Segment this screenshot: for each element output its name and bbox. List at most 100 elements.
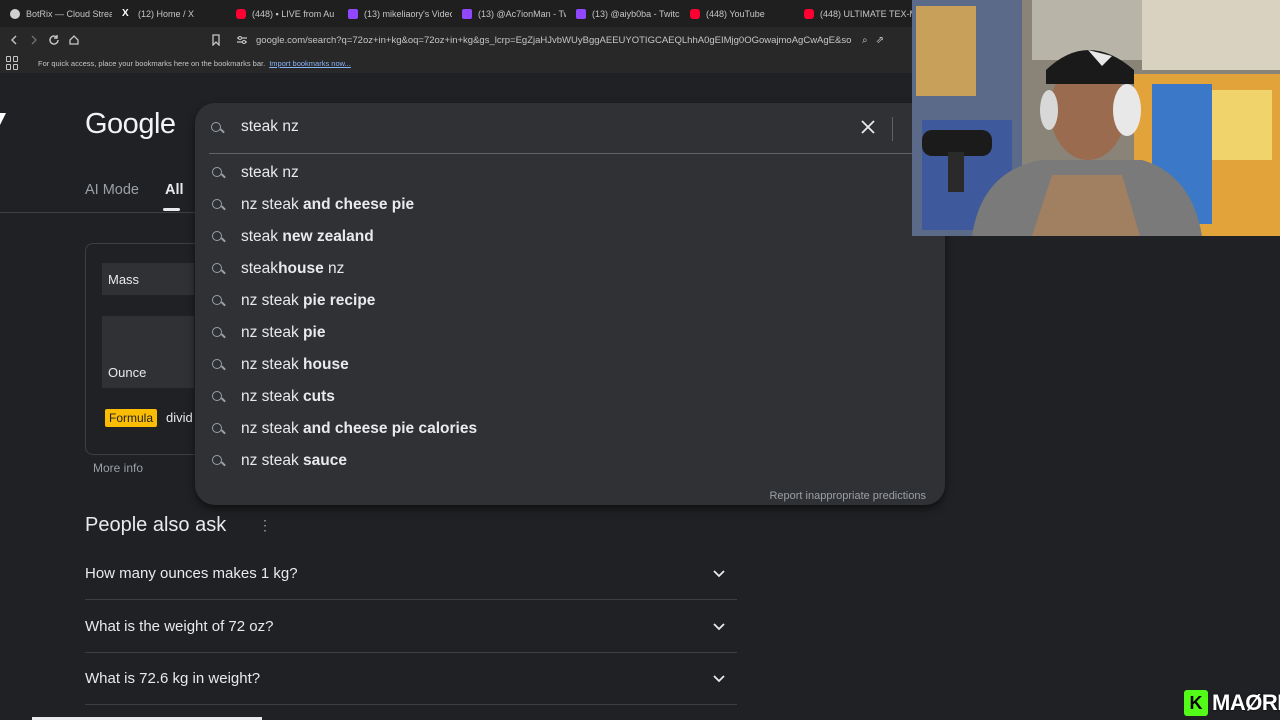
suggestion-item[interactable]: nz steak pie [195, 317, 945, 349]
kick-logo-icon: K [1184, 690, 1208, 716]
clear-search-icon[interactable] [857, 117, 879, 139]
tab-strip: BotRix — Cloud Strea X (12) Home / X (44… [0, 0, 912, 27]
paa-question-text: How many ounces makes 1 kg? [85, 565, 298, 582]
suggestion-prefix: nz steak [241, 196, 299, 213]
address-bar[interactable]: google.com/search?q=72oz+in+kg&oq=72oz+i… [228, 30, 908, 50]
suggestion-item[interactable]: steak house nz [195, 253, 945, 285]
paa-question[interactable]: What is 72.6 kg in weight? [85, 653, 737, 705]
more-options-icon[interactable]: ⋮ [258, 517, 272, 534]
suggestion-item[interactable]: nz steak house [195, 349, 945, 381]
suggestion-completion: sauce [298, 452, 347, 469]
screen: BotRix — Cloud Strea X (12) Home / X (44… [0, 0, 1280, 720]
quantity-select[interactable]: Mass [102, 263, 194, 295]
paa-question-text: What is 72.6 kg in weight? [85, 670, 261, 687]
suggestion-item[interactable]: nz steak pie recipe [195, 285, 945, 317]
import-bookmarks-link[interactable]: Import bookmarks now... [269, 59, 351, 68]
tab-label: (448) ▪ LIVE from Au [252, 8, 335, 19]
paa-question[interactable]: What is the weight of 72 oz? [85, 601, 737, 653]
report-predictions-link[interactable]: Report inappropriate predictions [769, 490, 926, 502]
reload-button[interactable] [44, 30, 64, 50]
suggestion-tail: nz [323, 260, 345, 277]
formula-text: divid [166, 410, 193, 425]
bookmark-star-button[interactable] [206, 30, 226, 50]
forward-button[interactable] [24, 30, 44, 50]
back-arrow-icon [11, 35, 17, 45]
tab-x-home[interactable]: X (12) Home / X [112, 0, 226, 27]
search-icon [211, 422, 225, 436]
suggestion-completion: new zealand [278, 228, 374, 245]
tab-twitch-aiyb0ba[interactable]: (13) @aiyb0ba - Twitch [566, 0, 680, 27]
people-also-ask-title: People also ask [85, 514, 227, 536]
home-button[interactable] [64, 30, 84, 50]
unit-select[interactable]: Ounce [102, 356, 194, 388]
site-settings-icon[interactable] [236, 35, 248, 45]
tab-all[interactable]: All [165, 182, 184, 198]
tab-ai-mode[interactable]: AI Mode [85, 182, 139, 198]
suggestion-prefix: nz steak [241, 388, 299, 405]
twitch-icon [462, 8, 472, 19]
suggestion-list: steak nz nz steak and cheese pie steak n… [195, 157, 945, 477]
suggestion-completion: pie recipe [298, 292, 376, 309]
google-logo[interactable]: Google [85, 108, 176, 141]
reload-icon [49, 35, 59, 45]
from-value-input[interactable] [102, 316, 194, 356]
back-button[interactable] [4, 30, 24, 50]
tab-youtube-live[interactable]: (448) ▪ LIVE from Au [226, 0, 338, 27]
home-icon [69, 35, 79, 45]
twitch-icon [348, 8, 358, 19]
chevron-down-icon[interactable] [705, 560, 733, 588]
youtube-icon [804, 8, 814, 19]
x-icon: X [122, 7, 129, 19]
tab-label: BotRix — Cloud Strea [26, 8, 112, 19]
badge-text: MAØRI [1212, 690, 1280, 715]
tab-label: (13) mikeliaory's Video [364, 8, 452, 19]
suggestion-item[interactable]: nz steak sauce [195, 445, 945, 477]
url-text[interactable]: google.com/search?q=72oz+in+kg&oq=72oz+i… [256, 35, 852, 46]
suggestion-item[interactable]: steak new zealand [195, 221, 945, 253]
suggestion-prefix: steak [241, 260, 279, 277]
channel-badge: K MAØRI [1184, 689, 1280, 717]
share-icon[interactable]: ⇗ [876, 35, 884, 46]
search-input[interactable] [241, 118, 801, 136]
suggestion-prefix: nz steak [241, 324, 299, 341]
suggestion-completion: pie [298, 324, 326, 341]
search-icon [211, 230, 225, 244]
tab-youtube-tex[interactable]: (448) ULTIMATE TEX-M [794, 0, 912, 27]
zoom-icon[interactable]: ⌕ [862, 35, 868, 46]
search-icon [210, 121, 224, 135]
quantity-value: Mass [108, 271, 140, 287]
suggestion-item[interactable]: nz steak and cheese pie calories [195, 413, 945, 445]
search-icon [211, 166, 225, 180]
unit-value: Ounce [108, 364, 147, 380]
search-icon [211, 326, 225, 340]
suggestion-item[interactable]: steak nz [195, 157, 945, 189]
suggestion-completion: house [298, 356, 349, 373]
suggestion-item[interactable]: nz steak and cheese pie [195, 189, 945, 221]
tab-label: (448) YouTube [706, 8, 765, 19]
chevron-down-icon[interactable] [705, 665, 733, 693]
apps-grid-icon[interactable] [6, 56, 20, 70]
bookmark-icon [212, 34, 220, 46]
suggestion-completion: and cheese pie [298, 196, 415, 213]
tab-botrix[interactable]: BotRix — Cloud Strea [0, 0, 112, 27]
search-suggestions-dropdown: steak nz nz steak and cheese pie steak n… [195, 103, 945, 505]
tab-twitch-video[interactable]: (13) mikeliaory's Video [338, 0, 452, 27]
search-icon [211, 390, 225, 404]
suggestions-divider [209, 153, 931, 154]
bot-icon [10, 8, 20, 19]
tab-twitch-ac7ionman[interactable]: (13) @Ac7ionMan - Tw [452, 0, 566, 27]
suggestion-text: steak nz [241, 164, 299, 181]
tab-youtube[interactable]: (448) YouTube [680, 0, 794, 27]
formula-tag: Formula [105, 409, 158, 427]
tab-label: (13) @Ac7ionMan - Tw [478, 8, 566, 19]
suggestion-item[interactable]: nz steak cuts [195, 381, 945, 413]
search-box-divider [892, 117, 893, 141]
webcam-feed-image [912, 0, 1280, 236]
search-icon [211, 454, 225, 468]
paa-question[interactable]: How many ounces makes 1 kg? [85, 548, 737, 600]
chevron-down-icon[interactable] [705, 613, 733, 641]
more-info-link[interactable]: More info [93, 461, 143, 475]
youtube-icon [690, 8, 700, 19]
forward-arrow-icon [31, 35, 37, 45]
search-box[interactable] [195, 103, 945, 153]
